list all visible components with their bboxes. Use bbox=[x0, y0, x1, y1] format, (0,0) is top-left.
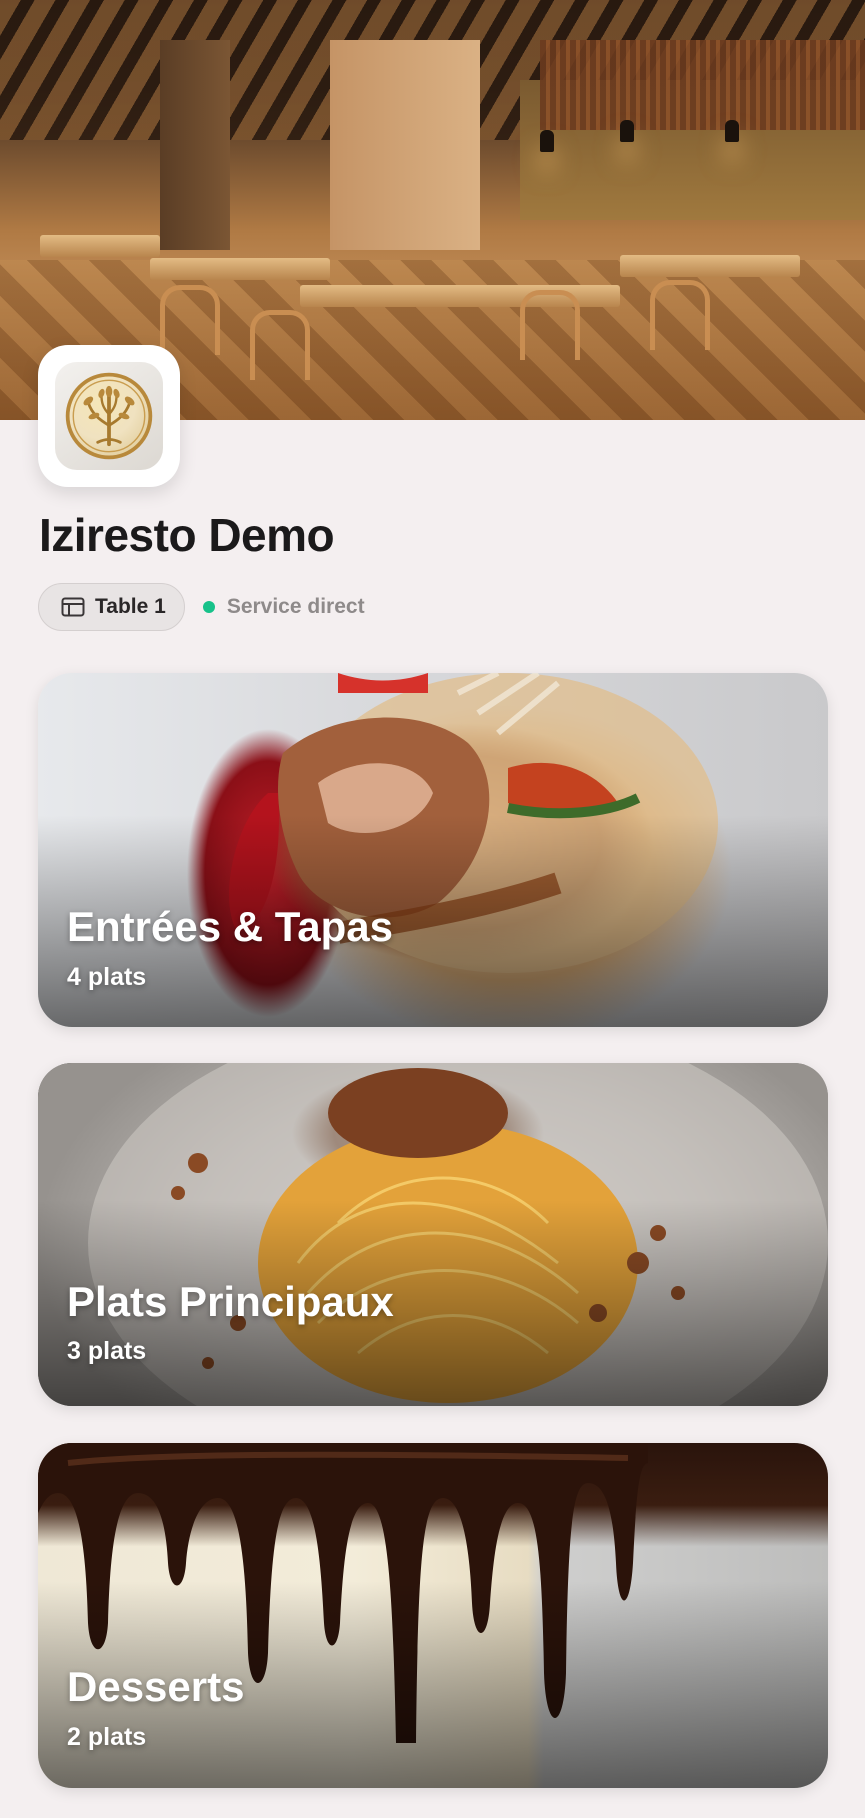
category-card-plats-principaux[interactable]: Plats Principaux 3 plats bbox=[38, 1063, 828, 1406]
category-name: Entrées & Tapas bbox=[67, 903, 394, 950]
restaurant-logo bbox=[38, 345, 180, 487]
category-card-entrees[interactable]: Entrées & Tapas 4 plats bbox=[38, 673, 828, 1027]
table-service-row: Table 1 Service direct bbox=[38, 583, 365, 631]
golden-tree-emblem-icon bbox=[65, 372, 153, 460]
restaurant-name: Iziresto Demo bbox=[39, 509, 335, 561]
category-dish-count: 4 plats bbox=[67, 963, 147, 991]
table-icon bbox=[61, 597, 85, 617]
category-name: Desserts bbox=[67, 1663, 245, 1710]
service-status-label: Service direct bbox=[226, 595, 365, 618]
table-number-chip[interactable]: Table 1 bbox=[38, 583, 185, 631]
category-name: Plats Principaux bbox=[67, 1278, 394, 1325]
category-dish-count: 3 plats bbox=[67, 1337, 147, 1365]
status-dot bbox=[202, 601, 215, 613]
menu-home-page: Iziresto Demo Table 1 Service direct Ent… bbox=[0, 0, 865, 1818]
service-status: Service direct bbox=[202, 595, 365, 619]
category-dish-count: 2 plats bbox=[67, 1723, 147, 1751]
category-card-desserts[interactable]: Desserts 2 plats bbox=[38, 1443, 828, 1788]
table-number-label: Table 1 bbox=[95, 595, 166, 618]
